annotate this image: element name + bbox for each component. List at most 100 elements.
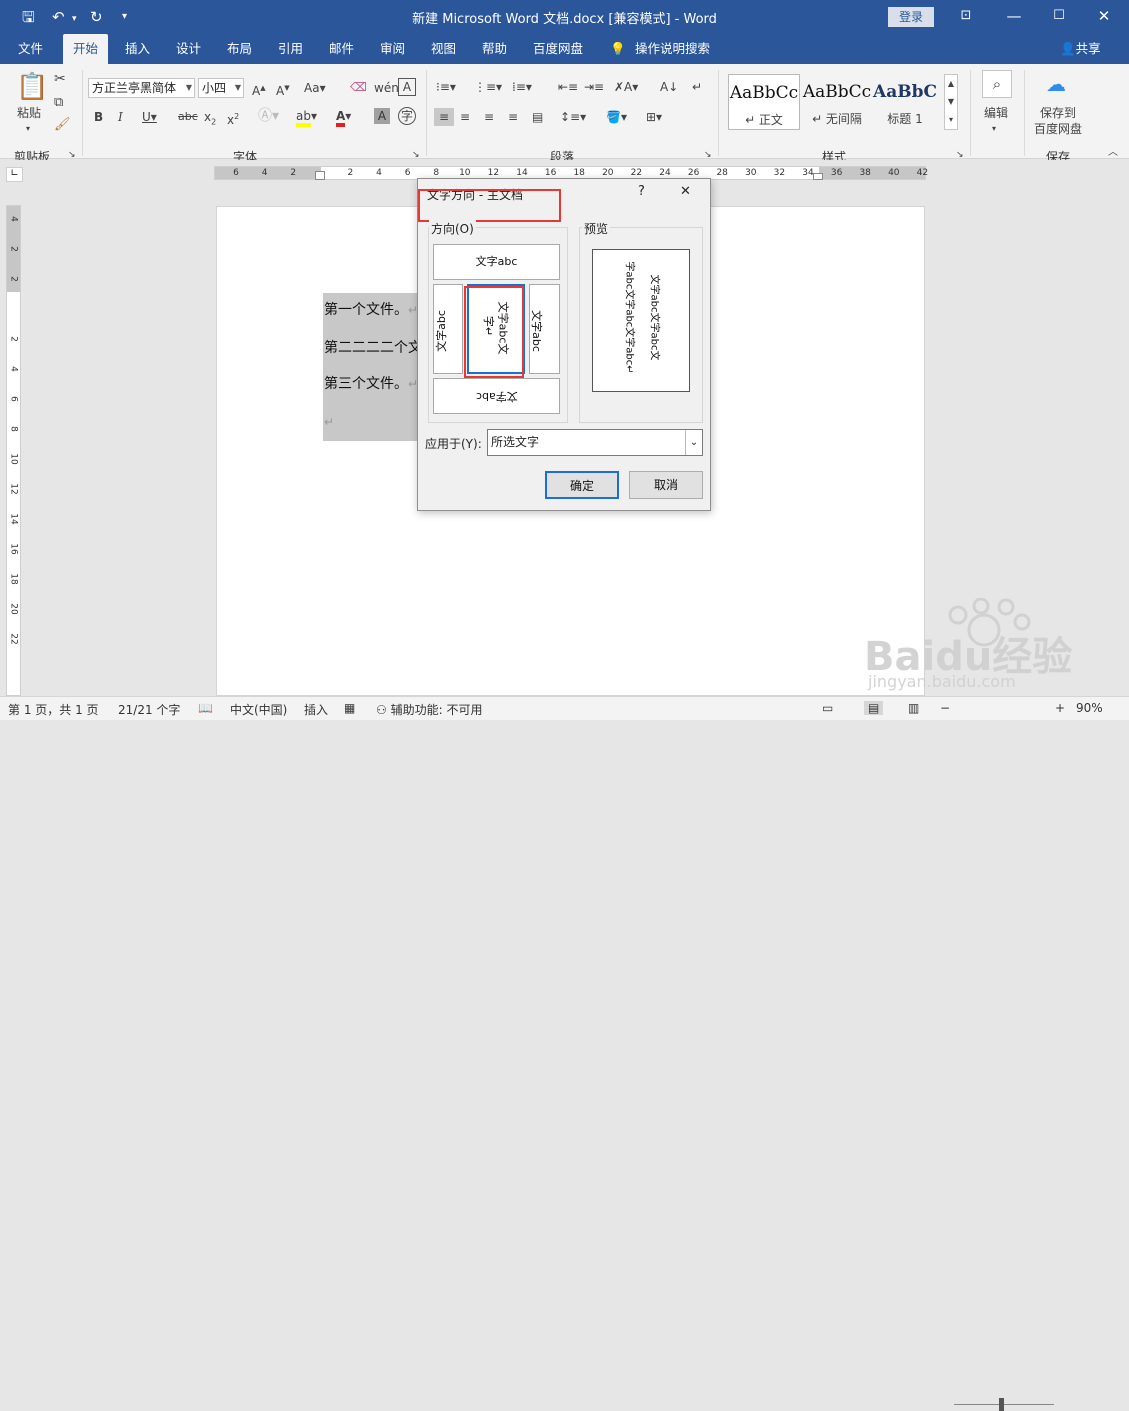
copy-icon[interactable]: ⧉ [54, 94, 63, 112]
help-button[interactable]: ? [638, 184, 645, 199]
baidu-netdisk-icon[interactable]: ☁ [1046, 72, 1066, 96]
zoom-level[interactable]: 90% [1076, 701, 1103, 715]
save-to-netdisk-line2[interactable]: 百度网盘 [1034, 120, 1082, 138]
bold-icon[interactable]: B [94, 108, 103, 126]
option-horizontal[interactable]: 文字abc [433, 244, 560, 280]
font-size-combo[interactable]: 小四 ▼ [198, 78, 244, 98]
increase-indent-icon[interactable]: ⇥≡ [584, 78, 604, 96]
tab-review[interactable]: 审阅 [380, 34, 405, 64]
tab-view[interactable]: 视图 [431, 34, 456, 64]
style-normal[interactable]: AaBbCc ↵ 正文 [728, 74, 800, 130]
ribbon-display-icon[interactable]: ⊡ [955, 6, 977, 26]
tab-insert[interactable]: 插入 [125, 34, 150, 64]
tab-design[interactable]: 设计 [176, 34, 201, 64]
strikethrough-icon[interactable]: abc [178, 108, 198, 126]
option-horizontal-flipped[interactable]: 文字abc [433, 378, 560, 414]
multilevel-list-icon[interactable]: ⁞≡▾ [512, 78, 532, 96]
tab-file[interactable]: 文件 [18, 34, 43, 64]
change-case-icon[interactable]: Aa▾ [304, 79, 326, 97]
minimize-icon[interactable]: — [1003, 6, 1025, 26]
zoom-slider-track[interactable] [954, 1404, 1054, 1405]
document-line-4[interactable]: ↵ [324, 412, 334, 432]
close-icon[interactable]: ✕ [680, 184, 691, 199]
option-rotate-left[interactable]: 文字abc [433, 284, 463, 374]
login-button[interactable]: 登录 [888, 7, 934, 27]
align-center-icon[interactable]: ≡ [460, 108, 470, 126]
tab-layout[interactable]: 布局 [227, 34, 252, 64]
chevron-down-icon[interactable]: ▾ [992, 120, 996, 138]
vertical-ruler[interactable]: 4 2 2 2 4 6 8 10 12 14 16 18 20 22 [6, 205, 21, 696]
undo-dropdown-icon[interactable]: ▾ [72, 9, 77, 29]
option-rotate-right[interactable]: 文字abc [529, 284, 560, 374]
tab-home[interactable]: 开始 [63, 34, 109, 64]
phonetic-guide-icon[interactable]: wén [374, 79, 399, 97]
tab-mailings[interactable]: 邮件 [329, 34, 354, 64]
bullets-icon[interactable]: ⁝≡▾ [436, 78, 456, 96]
tab-help[interactable]: 帮助 [482, 34, 507, 64]
zoom-slider-thumb[interactable] [999, 1398, 1004, 1411]
zoom-out-icon[interactable]: − [940, 701, 950, 715]
macro-icon[interactable]: ▦ [344, 701, 355, 715]
enclose-circle-icon[interactable]: 字 [398, 107, 416, 125]
character-shading-icon[interactable]: A [374, 108, 390, 124]
styles-gallery-scroll[interactable]: ▲ ▼ ▾ [944, 74, 958, 130]
maximize-icon[interactable]: ☐ [1048, 6, 1070, 26]
asian-layout-icon[interactable]: ✗A▾ [614, 78, 638, 96]
line-spacing-icon[interactable]: ↕≡▾ [560, 108, 586, 126]
shrink-font-icon[interactable]: A▼ [276, 79, 290, 100]
superscript-icon[interactable]: x2 [227, 108, 239, 129]
borders-icon[interactable]: ⊞▾ [646, 108, 662, 126]
zoom-in-icon[interactable]: + [1055, 701, 1065, 715]
justify-icon[interactable]: ≡ [508, 108, 518, 126]
read-mode-icon[interactable]: ▤ [864, 701, 884, 715]
undo-icon[interactable]: ↶ [52, 7, 65, 27]
shading-icon[interactable]: 🪣▾ [606, 108, 627, 126]
font-name-combo[interactable]: 方正兰亭黑简体 ▼ [88, 78, 195, 98]
print-layout-icon[interactable]: ▥ [908, 701, 919, 715]
right-indent-marker[interactable] [813, 173, 823, 180]
document-line-1[interactable]: 第一个文件。↵ [324, 300, 418, 320]
show-marks-icon[interactable]: ↵ [692, 78, 702, 96]
proofing-icon[interactable]: 📖 [198, 701, 213, 715]
underline-icon[interactable]: U▾ [142, 108, 157, 126]
ok-button[interactable]: 确定 [545, 471, 619, 499]
language-status[interactable]: 中文(中国) [230, 701, 287, 718]
find-icon[interactable]: ⌕ [982, 70, 1012, 98]
tab-references[interactable]: 引用 [278, 34, 303, 64]
font-color-icon[interactable]: A▾ [336, 107, 351, 127]
cut-icon[interactable]: ✂ [54, 70, 66, 88]
focus-mode-icon[interactable]: ▭ [822, 701, 833, 715]
tab-stop-selector[interactable]: ∟ [6, 167, 23, 182]
close-window-icon[interactable]: ✕ [1093, 6, 1115, 26]
insert-mode[interactable]: 插入 [304, 701, 328, 718]
clear-formatting-icon[interactable]: ⌫ [350, 78, 367, 96]
accessibility-status[interactable]: ⚇ 辅助功能: 不可用 [376, 701, 482, 718]
paste-dropdown-icon[interactable]: ▾ [26, 120, 30, 138]
grow-font-icon[interactable]: A▲ [252, 79, 266, 100]
paste-icon[interactable]: 📋 [16, 72, 48, 102]
style-heading-1[interactable]: AaBbC 标题 1 [872, 74, 938, 130]
save-icon[interactable]: 🖫 [22, 7, 35, 27]
style-no-spacing[interactable]: AaBbCc ↵ 无间隔 [801, 74, 873, 130]
italic-icon[interactable]: I [118, 108, 123, 126]
numbering-icon[interactable]: ⋮≡▾ [474, 78, 502, 96]
indent-marker[interactable] [315, 171, 325, 180]
align-left-icon[interactable]: ≡ [434, 108, 454, 126]
customize-icon[interactable]: ▾ [122, 7, 127, 27]
subscript-icon[interactable]: x2 [204, 108, 216, 131]
sort-icon[interactable]: A↓ [660, 78, 678, 96]
page-count[interactable]: 第 1 页，共 1 页 [8, 701, 99, 718]
format-painter-icon[interactable]: 🖌 [54, 116, 71, 134]
document-line-3[interactable]: 第三个文件。↵ [324, 374, 418, 394]
enclose-characters-icon[interactable]: A [398, 78, 416, 96]
document-line-2[interactable]: 第二二二二个文 [324, 338, 422, 358]
tab-baidu-netdisk[interactable]: 百度网盘 [533, 34, 583, 64]
decrease-indent-icon[interactable]: ⇤≡ [558, 78, 578, 96]
text-effects-icon[interactable]: Ⓐ▾ [258, 107, 279, 125]
share-button[interactable]: 👤共享 [1060, 34, 1101, 64]
redo-icon[interactable]: ↻ [90, 7, 103, 27]
tell-me-search[interactable]: 操作说明搜索 [635, 34, 710, 64]
highlight-icon[interactable]: ab▾ [296, 107, 317, 127]
align-right-icon[interactable]: ≡ [484, 108, 494, 126]
cancel-button[interactable]: 取消 [629, 471, 703, 499]
